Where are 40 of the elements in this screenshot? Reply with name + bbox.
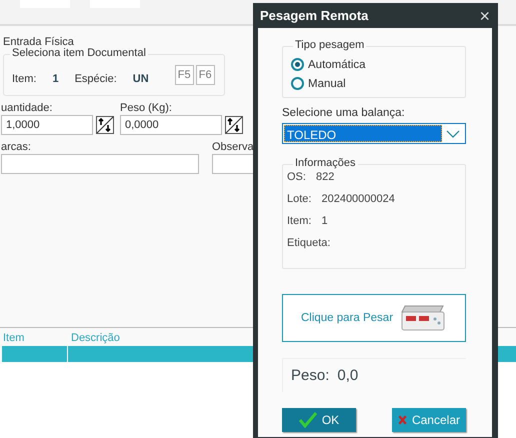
spin-arrows-icon[interactable]: [225, 116, 243, 134]
info-value: 1: [321, 215, 328, 227]
field-label: arcas:: [1, 141, 32, 153]
field-value: UN: [132, 73, 149, 85]
field-label: uantidade:: [1, 102, 54, 114]
field-label: Selecione uma balança:: [282, 107, 406, 119]
info-label: Lote:: [287, 193, 312, 205]
weight-value: 0,0: [337, 367, 358, 384]
ok-button[interactable]: OK: [282, 408, 356, 432]
field-label: Espécie:: [74, 73, 117, 85]
radio-option[interactable]: Manual: [291, 77, 465, 90]
quantity-field[interactable]: 1,0000: [1, 115, 93, 135]
text-field[interactable]: [1, 154, 199, 174]
radio-option[interactable]: Automática: [291, 58, 465, 71]
function-key-button[interactable]: F6: [196, 65, 215, 85]
weigh-button[interactable]: Clique para Pesar: [282, 294, 466, 342]
group-title: Informações: [293, 157, 358, 169]
info-label: Etiqueta:: [287, 237, 330, 249]
field-label: Peso (Kg):: [120, 102, 173, 114]
weight-field[interactable]: 0,0000: [120, 115, 222, 135]
check-icon: [298, 412, 317, 428]
column-header[interactable]: Item: [0, 328, 68, 347]
field-label: Item:: [12, 73, 36, 85]
function-key-button[interactable]: F5: [174, 65, 194, 85]
section-title: Entrada Física: [1, 36, 76, 48]
cancel-button[interactable]: Cancelar: [392, 408, 466, 432]
window-title: Pesagem Remota: [260, 8, 368, 23]
info-label: Item:: [287, 215, 312, 227]
group-title: Tipo pesagem: [293, 39, 366, 51]
scale-dropdown[interactable]: TOLEDO: [282, 123, 466, 144]
column-header[interactable]: Descrição: [68, 328, 248, 347]
close-button[interactable]: ×: [479, 6, 490, 24]
info-value: 202400000024: [321, 193, 395, 205]
field-value: 1: [52, 73, 59, 85]
group-title: Seleciona item Documental: [10, 47, 148, 59]
spin-arrows-icon[interactable]: [96, 116, 114, 134]
info-value: 822: [316, 171, 334, 183]
weight-label: Peso:: [291, 367, 330, 384]
field-label: Observa: [212, 141, 255, 153]
info-label: OS:: [287, 171, 306, 183]
